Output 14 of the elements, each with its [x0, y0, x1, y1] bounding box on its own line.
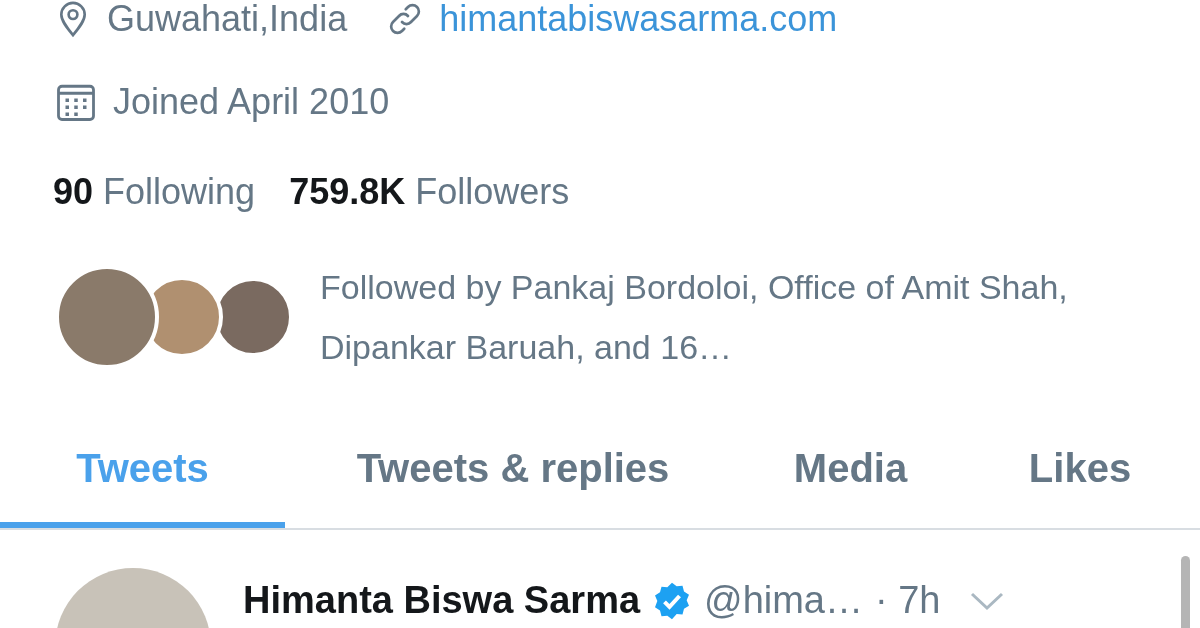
scrollbar-thumb[interactable] [1181, 556, 1190, 628]
profile-tab[interactable]: Media [741, 408, 960, 528]
followed-by-text: Followed by Pankaj Bordoloi, Office of Amit Shah, Dipankar Baruah, and 16… [320, 267, 1069, 368]
followers-count-link[interactable]: 759.8K Followers [289, 165, 570, 219]
profile-tab[interactable]: Tweets & replies [285, 408, 741, 528]
profile-tab[interactable]: Likes [960, 408, 1200, 528]
tweet-author-name: Himanta Biswa Sarma [243, 578, 641, 623]
tweet-time: · 7h [875, 578, 941, 623]
location-text: Guwahati,India [107, 1, 348, 37]
website-link[interactable]: himantabiswasarma.com [439, 1, 838, 37]
tweet-handle: @hima… [704, 578, 863, 623]
profile-tab[interactable]: Tweets [0, 408, 285, 528]
joined-date: Joined April 2010 [113, 84, 390, 120]
following-count-link[interactable]: 90 Following [53, 165, 256, 219]
